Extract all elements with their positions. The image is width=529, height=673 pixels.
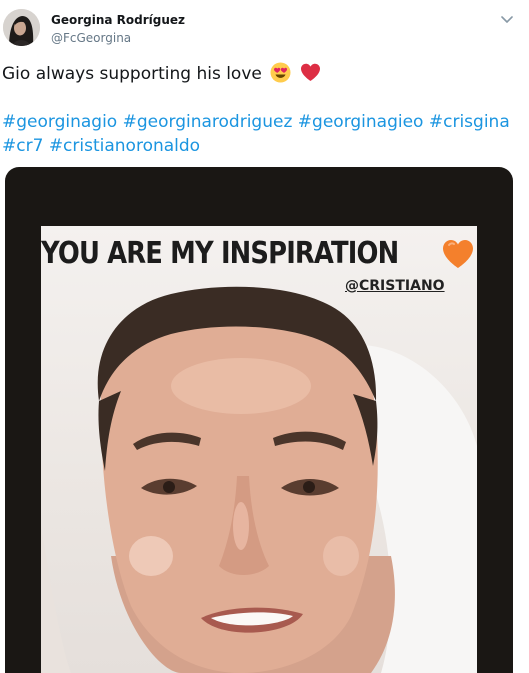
smiling-face-with-heart-eyes-emoji xyxy=(270,62,291,83)
hashtags-line-1: #georginagio #georginarodriguez #georgin… xyxy=(2,110,526,134)
hashtag-link[interactable]: #georginarodriguez xyxy=(123,112,293,132)
profile-photo-icon xyxy=(3,9,40,46)
user-handle[interactable]: @FcGeorgina xyxy=(51,31,131,45)
display-name[interactable]: Georgina Rodríguez xyxy=(51,13,185,27)
hashtags-line-2: #cr7 #cristianoronaldo xyxy=(2,134,526,158)
tweet-text: Gio always supporting his love #georgina… xyxy=(2,62,526,158)
orange-heart-emoji xyxy=(441,238,475,270)
hashtag-link[interactable]: #georginagieo xyxy=(298,112,424,132)
tweet: Georgina Rodríguez @FcGeorgina Gio alway… xyxy=(0,0,529,673)
story-mention: @CRISTIANO xyxy=(345,278,445,294)
story-image: YOU ARE MY INSPIRATION @CRISTIANO xyxy=(41,226,477,673)
hashtag-link[interactable]: #cristianoronaldo xyxy=(49,136,200,156)
chevron-down-icon[interactable] xyxy=(497,9,517,29)
red-heart-emoji xyxy=(300,62,321,83)
tweet-text-line: Gio always supporting his love xyxy=(2,62,526,86)
profile-avatar[interactable] xyxy=(3,9,40,46)
tweet-message: Gio always supporting his love xyxy=(2,64,262,84)
hashtag-link[interactable]: #cr7 xyxy=(2,136,43,156)
hashtag-link[interactable]: #crisgina xyxy=(429,112,510,132)
story-title: YOU ARE MY INSPIRATION xyxy=(41,236,399,271)
tweet-media[interactable]: YOU ARE MY INSPIRATION @CRISTIANO xyxy=(5,167,513,673)
hashtag-link[interactable]: #georginagio xyxy=(2,112,117,132)
